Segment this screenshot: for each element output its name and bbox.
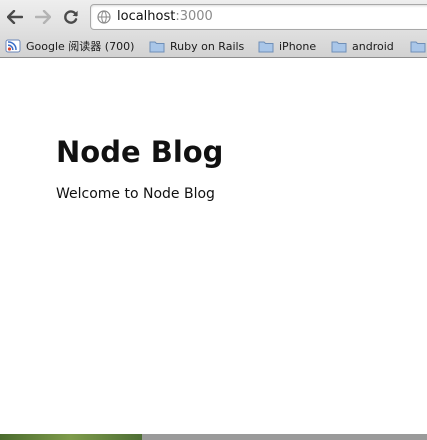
address-bar[interactable]: localhost:3000	[90, 4, 427, 30]
bookmark-label: android	[352, 39, 394, 53]
folder-icon	[149, 41, 165, 53]
url-host: localhost	[117, 9, 176, 24]
browser-toolbar: localhost:3000	[0, 0, 427, 34]
bookmark-google-reader[interactable]: Google 阅读器 (700)	[5, 38, 134, 54]
bookmarks-bar: Google 阅读器 (700) Ruby on Rails iPhone an…	[0, 34, 427, 58]
url-port: :3000	[175, 9, 213, 24]
back-arrow-icon	[7, 10, 23, 24]
bookmark-folder-ruby-on-rails[interactable]: Ruby on Rails	[149, 38, 244, 54]
bookmark-label: Ruby on Rails	[170, 39, 245, 53]
forward-arrow-icon	[35, 10, 51, 24]
bookmark-folder-iphone[interactable]: iPhone	[258, 38, 316, 54]
page-content: Node Blog Welcome to Node Blog	[0, 58, 427, 434]
welcome-text: Welcome to Node Blog	[56, 186, 215, 202]
folder-icon	[410, 41, 426, 53]
page-title: Node Blog	[56, 135, 224, 169]
bookmark-label: iPhone	[279, 39, 317, 53]
bookmark-folder-overflow[interactable]	[410, 38, 427, 54]
forward-button[interactable]	[32, 6, 54, 28]
back-button[interactable]	[4, 6, 26, 28]
bookmark-label: Google 阅读器 (700)	[26, 40, 135, 53]
globe-icon	[97, 10, 111, 24]
reload-button[interactable]	[60, 6, 82, 28]
address-url: localhost:3000	[117, 9, 213, 25]
google-reader-icon	[5, 39, 21, 53]
folder-icon	[258, 41, 274, 53]
window-bottom-edge	[0, 434, 427, 440]
bookmark-folder-android[interactable]: android	[331, 38, 394, 54]
folder-icon	[331, 41, 347, 53]
desktop-background	[0, 434, 142, 440]
reload-icon	[64, 10, 78, 24]
